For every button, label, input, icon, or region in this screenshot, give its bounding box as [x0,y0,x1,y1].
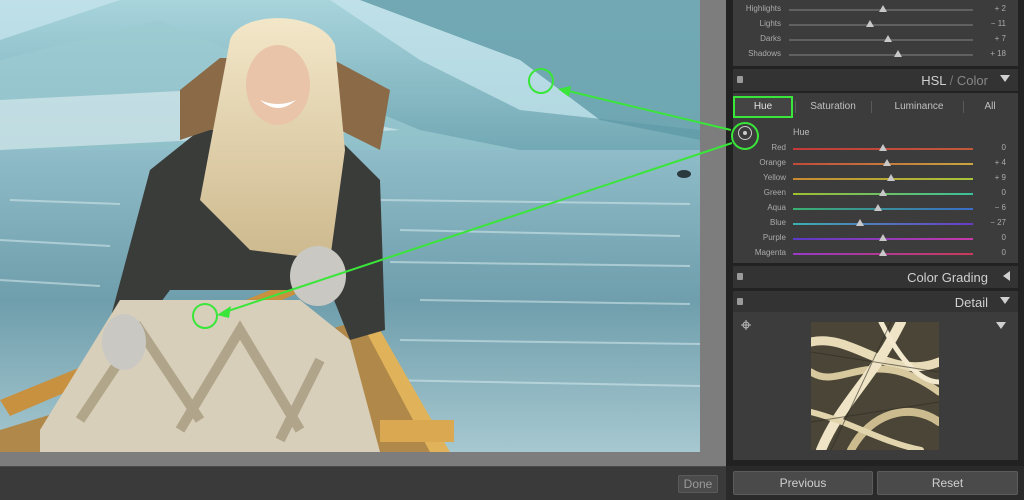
tab-saturation[interactable]: Saturation [797,96,869,118]
slider-thumb[interactable] [879,189,887,196]
slider-aqua[interactable]: Aqua − 6 [733,202,1018,216]
slider-label: Red [771,143,786,152]
tab-luminance[interactable]: Luminance [873,96,965,118]
hsl-title[interactable]: HSL / Color [921,73,988,88]
detail-header[interactable]: Detail [733,291,1018,313]
slider-thumb[interactable] [884,35,893,42]
hue-subheading: Hue [793,127,810,137]
slider-value[interactable]: + 18 [966,49,1006,58]
slider-thumb[interactable] [879,234,887,241]
detail-title[interactable]: Detail [955,295,988,310]
slider-lights[interactable]: Lights − 11 [733,18,1018,32]
slider-thumb[interactable] [878,5,887,12]
viewport-bottom-strip [0,452,726,466]
slider-track[interactable] [789,39,973,41]
slider-label: Blue [769,218,786,227]
slider-thumb[interactable] [879,249,887,256]
slider-thumb[interactable] [882,159,891,166]
color-grading-title[interactable]: Color Grading [907,270,988,285]
slider-value[interactable]: + 4 [966,158,1006,167]
slider-value[interactable]: + 9 [966,173,1006,182]
target-adjustment-icon[interactable] [738,126,752,140]
panel-switch-icon[interactable] [737,273,743,280]
slider-darks[interactable]: Darks + 7 [733,33,1018,47]
slider-thumb[interactable] [865,20,874,27]
slider-orange[interactable]: Orange + 4 [733,157,1018,171]
slider-red[interactable]: Red 0 [733,142,1018,156]
crosshair-icon[interactable] [741,320,751,330]
hsl-hue-panel: Hue Red 0 Orange + 4 Yellow + 9 Green 0 Aqua − 6 B… [733,121,1018,263]
slider-thumb[interactable] [873,204,882,211]
color-grading-header[interactable]: Color Grading [733,266,1018,288]
slider-label: Highlights [745,4,781,13]
panel-switch-icon[interactable] [737,76,743,83]
hsl-section-header[interactable]: HSL / Color [733,69,1018,91]
slider-thumb[interactable] [855,219,864,226]
slider-value[interactable]: 0 [966,233,1006,242]
slider-label: Aqua [767,203,786,212]
slider-label: Purple [762,233,786,242]
viewport-gutter [700,0,726,466]
tab-all[interactable]: All [965,96,1015,118]
slider-green[interactable]: Green 0 [733,187,1018,201]
slider-value[interactable]: 0 [966,248,1006,257]
slider-blue[interactable]: Blue − 27 [733,217,1018,231]
tone-curve-sliders: Highlights + 2 Lights − 11 Darks + 7 Sha… [733,0,1018,66]
hair-closeup [811,322,939,450]
previous-button[interactable]: Previous [733,471,873,495]
preview-triangle-icon[interactable] [996,322,1006,329]
bottom-toolbar: Done [0,466,726,500]
photo-image [0,0,700,452]
slider-thumb[interactable] [887,174,896,181]
collapse-triangle-icon[interactable] [1000,297,1010,304]
hsl-title-separator: / [949,73,954,88]
color-title-label[interactable]: Color [957,73,988,88]
slider-track[interactable] [793,208,973,210]
slider-yellow[interactable]: Yellow + 9 [733,172,1018,186]
detail-preview-image[interactable] [811,322,939,450]
slider-thumb[interactable] [879,144,887,151]
hsl-tabs: Hue Saturation Luminance All [733,93,1018,121]
slider-track[interactable] [793,178,973,180]
collapse-triangle-icon[interactable] [1000,75,1010,82]
tab-hue[interactable]: Hue [733,96,793,118]
slider-thumb[interactable] [893,50,902,57]
slider-shadows[interactable]: Shadows + 18 [733,48,1018,62]
slider-label: Lights [759,19,781,28]
slider-label: Darks [760,34,781,43]
slider-label: Shadows [748,49,781,58]
slider-purple[interactable]: Purple 0 [733,232,1018,246]
slider-track[interactable] [789,54,973,56]
slider-value[interactable]: + 7 [966,34,1006,43]
slider-value[interactable]: 0 [966,188,1006,197]
slider-track[interactable] [793,223,973,225]
panel-switch-icon[interactable] [737,298,743,305]
slider-value[interactable]: − 27 [966,218,1006,227]
slider-value[interactable]: 0 [966,143,1006,152]
slider-track[interactable] [789,24,973,26]
reset-button[interactable]: Reset [877,471,1018,495]
tab-divider [871,101,872,113]
slider-value[interactable]: − 6 [966,203,1006,212]
photo-canvas[interactable] [0,0,700,452]
slider-label: Yellow [763,173,786,182]
slider-value[interactable]: + 2 [966,4,1006,13]
panel-footer: Previous Reset [726,466,1024,500]
slider-magenta[interactable]: Magenta 0 [733,247,1018,261]
slider-label: Magenta [754,248,786,257]
expand-triangle-icon[interactable] [1003,271,1010,281]
detail-panel [733,312,1018,460]
tab-divider [795,101,796,113]
slider-highlights[interactable]: Highlights + 2 [733,3,1018,17]
tab-divider [963,101,964,113]
slider-value[interactable]: − 11 [966,19,1006,28]
slider-label: Green [763,188,786,197]
hsl-title-label[interactable]: HSL [921,73,946,88]
slider-label: Orange [759,158,786,167]
done-button[interactable]: Done [678,475,718,493]
